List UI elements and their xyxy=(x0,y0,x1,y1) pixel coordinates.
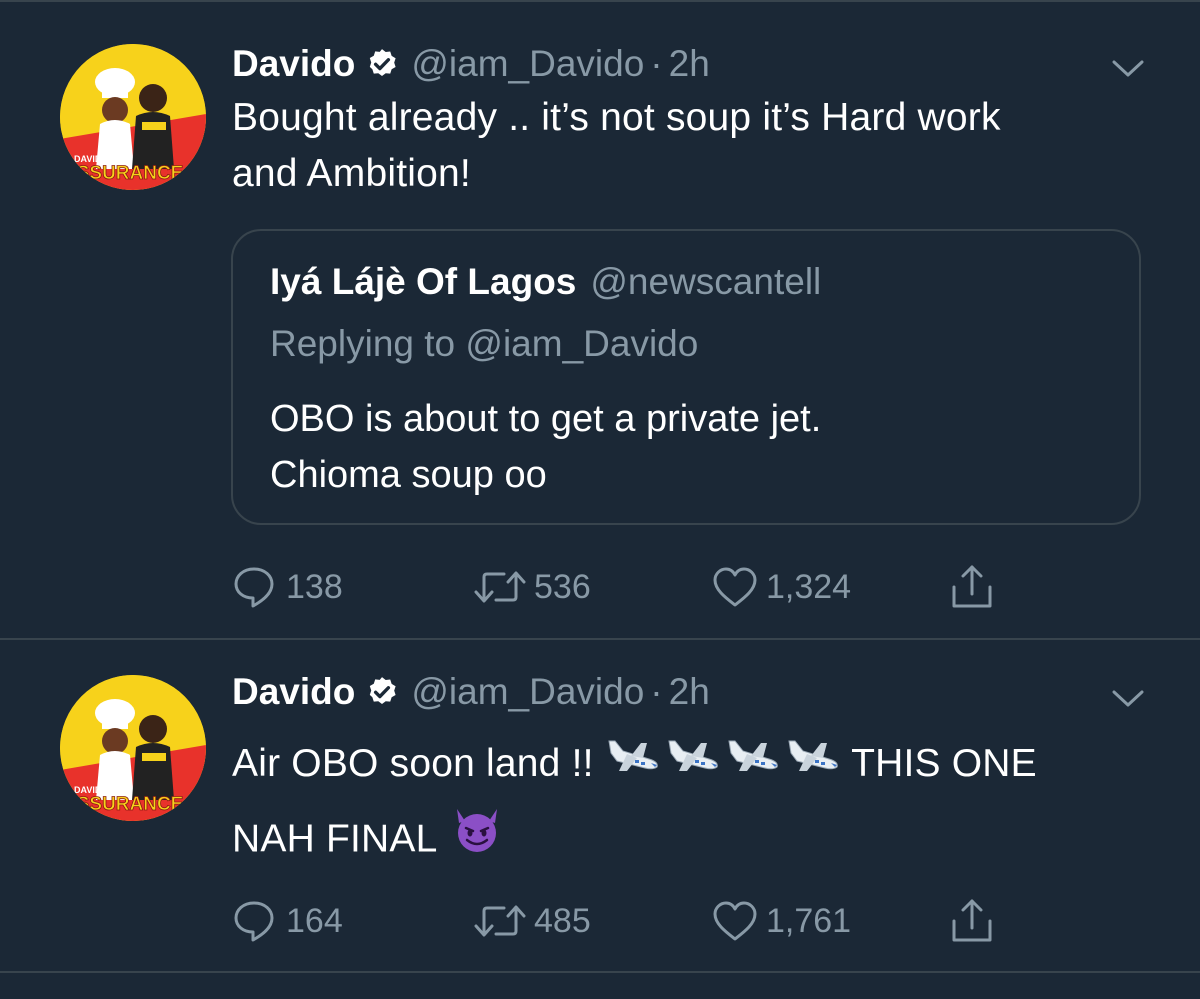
share-button[interactable] xyxy=(944,896,1000,946)
author-handle[interactable]: @iam_Davido xyxy=(411,671,644,713)
share-button[interactable] xyxy=(944,562,1000,612)
author-name[interactable]: Davido xyxy=(232,43,355,85)
reply-button[interactable]: 138 xyxy=(232,562,343,612)
share-icon xyxy=(952,899,992,942)
reply-icon xyxy=(234,567,274,608)
retweet-count: 536 xyxy=(534,567,591,606)
avatar[interactable]: DAVIDO ASSURANCE xyxy=(60,675,206,821)
tweet-text-line: and Ambition! xyxy=(232,152,471,195)
chevron-down-icon[interactable] xyxy=(1110,56,1146,80)
like-button[interactable]: 1,324 xyxy=(710,562,851,612)
timestamp[interactable]: 2h xyxy=(669,43,710,85)
separator-dot: · xyxy=(650,671,663,712)
timestamp[interactable]: 2h xyxy=(669,671,710,713)
devil-icon xyxy=(457,808,498,852)
tweet-text: Air OBO soon land !! THIS ONE NAH FINAL xyxy=(232,728,1162,879)
reply-icon xyxy=(234,901,274,942)
retweet-count: 485 xyxy=(534,901,591,940)
verified-icon xyxy=(370,49,396,77)
tweet-text-start: Air OBO soon land !! xyxy=(232,742,594,785)
smiling-devil-emoji xyxy=(447,803,507,879)
tweet-divider xyxy=(0,971,1200,973)
avatar-image: DAVIDO ASSURANCE xyxy=(60,675,206,821)
quote-text: OBO is about to get a private jet. Chiom… xyxy=(270,391,1110,503)
author-handle[interactable]: @iam_Davido xyxy=(411,43,644,85)
reply-button[interactable]: 164 xyxy=(232,896,343,946)
reply-count: 164 xyxy=(286,901,343,940)
tweet-text: Bought already .. it’s not soup it’s Har… xyxy=(232,90,1162,202)
retweet-button[interactable]: 485 xyxy=(472,896,591,946)
retweet-icon xyxy=(474,905,526,937)
tweet-text-end: THIS ONE xyxy=(851,742,1037,785)
share-icon xyxy=(952,565,992,608)
reply-count: 138 xyxy=(286,567,343,606)
quote-header: Iyá Lájè Of Lagos @newscantell xyxy=(270,261,821,303)
like-count: 1,761 xyxy=(766,901,852,940)
tweet-header: Davido @iam_Davido · 2h xyxy=(232,42,710,86)
quote-replying-to: Replying to @iam_Davido xyxy=(270,323,699,364)
like-button[interactable]: 1,761 xyxy=(710,896,851,946)
tweet-text-line2: NAH FINAL xyxy=(232,817,437,860)
tweet-actions: 138 536 1,324 xyxy=(232,562,1032,612)
tweet[interactable]: DAVIDO ASSURANCE Davido @iam_Davido · 2h… xyxy=(0,2,1200,638)
quoted-tweet[interactable]: Iyá Lájè Of Lagos @newscantell Replying t… xyxy=(231,229,1141,525)
tweet-text-line: NAH FINAL xyxy=(232,803,1162,879)
chevron-down-icon[interactable] xyxy=(1110,686,1146,710)
tweet-actions: 164 485 1,761 xyxy=(232,896,1032,946)
quote-text-line: Chioma soup oo xyxy=(270,454,547,496)
tweet[interactable]: DAVIDO ASSURANCE Davido @iam_Davido · 2h… xyxy=(0,640,1200,970)
retweet-icon xyxy=(474,571,526,603)
tweet-header: Davido @iam_Davido · 2h xyxy=(232,670,710,714)
retweet-button[interactable]: 536 xyxy=(472,562,591,612)
verified-icon xyxy=(370,677,396,705)
airplane-emoji xyxy=(605,729,841,803)
avatar-image: DAVIDO ASSURANCE xyxy=(60,44,206,190)
svg-text:ASSURANCE: ASSURANCE xyxy=(63,794,183,815)
like-count: 1,324 xyxy=(766,567,852,606)
quote-author-handle: @newscantell xyxy=(590,261,822,302)
airplane-icon xyxy=(608,740,838,772)
separator-dot: · xyxy=(650,43,663,84)
author-name[interactable]: Davido xyxy=(232,671,355,713)
svg-text:ASSURANCE: ASSURANCE xyxy=(63,163,183,184)
tweet-text-line: Bought already .. it’s not soup it’s Har… xyxy=(232,96,1001,139)
quote-text-line: OBO is about to get a private jet. xyxy=(270,398,822,440)
like-icon xyxy=(713,567,757,607)
quote-author-name: Iyá Lájè Of Lagos xyxy=(270,261,577,302)
avatar[interactable]: DAVIDO ASSURANCE xyxy=(60,44,206,190)
tweet-text-line: Air OBO soon land !! THIS ONE xyxy=(232,728,1162,803)
like-icon xyxy=(713,901,757,941)
